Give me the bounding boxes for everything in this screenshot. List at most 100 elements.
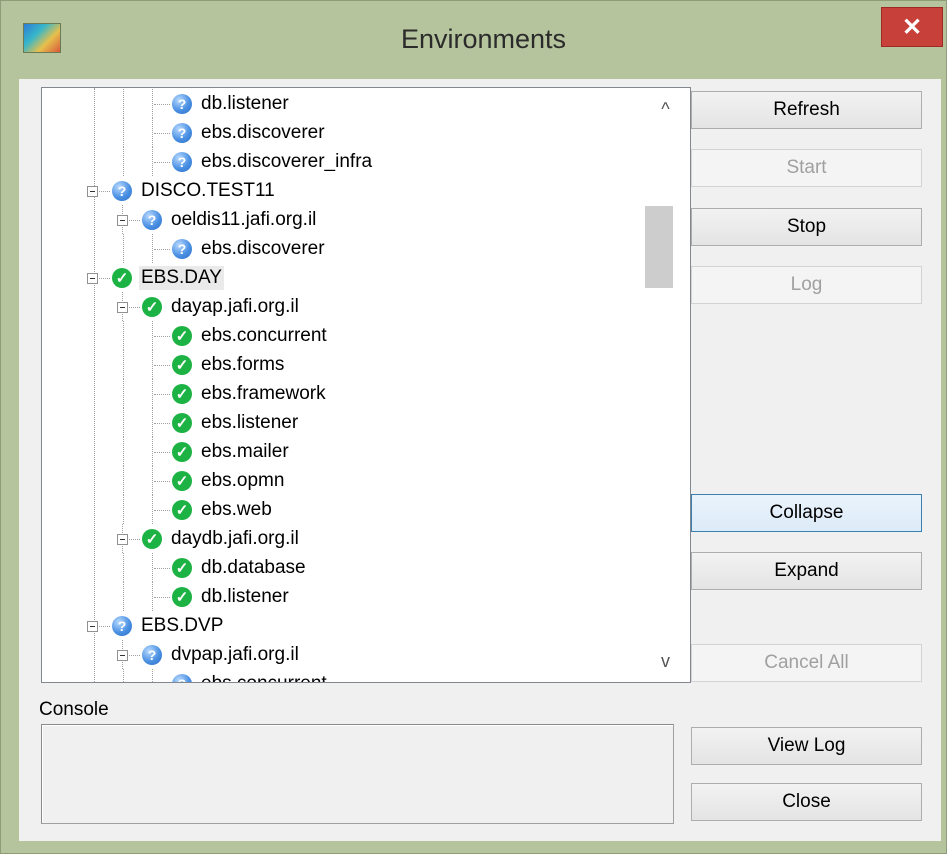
expand-button[interactable]: Expand bbox=[691, 552, 922, 590]
window-title: Environments bbox=[400, 24, 567, 54]
tree-vertical-line bbox=[123, 147, 124, 176]
tree-node-label: EBS.DAY bbox=[139, 265, 224, 290]
close-window-button[interactable]: ✕ bbox=[881, 7, 943, 47]
tree-vertical-line bbox=[123, 321, 124, 350]
tree-node[interactable]: ? db.listener bbox=[172, 89, 291, 118]
check-circle-icon: ✓ bbox=[172, 325, 192, 346]
tree-node[interactable]: ? DISCO.TEST11 bbox=[112, 176, 277, 205]
question-circle-icon: ? bbox=[142, 644, 162, 665]
tree-node-label: db.listener bbox=[201, 92, 289, 114]
question-circle-icon: ? bbox=[112, 615, 132, 636]
tree-node[interactable]: ✓ ebs.web bbox=[172, 495, 274, 524]
tree-node[interactable]: ✓ ebs.mailer bbox=[172, 437, 291, 466]
tree-vertical-line bbox=[152, 582, 153, 611]
tree-node[interactable]: ? ebs.discoverer bbox=[172, 234, 327, 263]
start-button[interactable]: Start bbox=[691, 149, 922, 187]
tree-node[interactable]: ? oeldis11.jafi.org.il bbox=[142, 205, 318, 234]
tree-node-label: ebs.mailer bbox=[201, 440, 289, 462]
tree-node[interactable]: ✓ db.listener bbox=[172, 582, 291, 611]
tree-horizontal-line bbox=[154, 480, 170, 482]
tree-horizontal-line bbox=[154, 567, 170, 569]
tree-vertical-line bbox=[123, 408, 124, 437]
tree-node[interactable]: ✓ db.database bbox=[172, 553, 308, 582]
tree-node-label: ebs.discoverer_infra bbox=[201, 150, 373, 172]
tree-horizontal-line bbox=[154, 103, 170, 105]
tree-vertical-line bbox=[152, 669, 153, 682]
tree-vertical-line bbox=[123, 379, 124, 408]
tree-horizontal-line bbox=[154, 596, 170, 598]
tree-vertical-line bbox=[152, 147, 153, 176]
collapse-toggle[interactable] bbox=[87, 272, 98, 284]
dialog-client-area: ? db.listener? ebs.discoverer? ebs.discover… bbox=[19, 79, 941, 841]
tree-horizontal-line bbox=[154, 132, 170, 134]
environment-tree[interactable]: ? db.listener? ebs.discoverer? ebs.discover… bbox=[41, 87, 691, 683]
collapse-toggle[interactable] bbox=[87, 620, 98, 632]
tree-node[interactable]: ✓ EBS.DAY bbox=[112, 263, 224, 292]
tree-node[interactable]: ✓ ebs.concurrent bbox=[172, 321, 329, 350]
tree-horizontal-line bbox=[154, 451, 170, 453]
tree-node[interactable]: ✓ ebs.listener bbox=[172, 408, 300, 437]
collapse-toggle[interactable] bbox=[117, 301, 128, 313]
check-circle-icon: ✓ bbox=[172, 470, 192, 491]
tree-node[interactable]: ? ebs.discoverer bbox=[172, 118, 327, 147]
check-circle-icon: ✓ bbox=[172, 557, 192, 578]
tree-node[interactable]: ✓ ebs.opmn bbox=[172, 466, 286, 495]
tree-vertical-line bbox=[123, 89, 124, 118]
tree-node-label: ebs.concurrent bbox=[201, 324, 327, 346]
console-label: Console bbox=[39, 699, 109, 720]
stop-button[interactable]: Stop bbox=[691, 208, 922, 246]
tree-vertical-line bbox=[152, 495, 153, 524]
check-circle-icon: ✓ bbox=[172, 586, 192, 607]
check-circle-icon: ✓ bbox=[172, 412, 192, 433]
tree-node[interactable]: ? ebs.discoverer_infra bbox=[172, 147, 374, 176]
tree-node[interactable]: ? ebs.concurrent bbox=[172, 669, 329, 682]
chevron-up-icon: ^ bbox=[661, 98, 670, 119]
tree-node-label: db.listener bbox=[201, 585, 289, 607]
check-circle-icon: ✓ bbox=[142, 528, 162, 549]
tree-node[interactable]: ? dvpap.jafi.org.il bbox=[142, 640, 301, 669]
tree-node-label: dvpap.jafi.org.il bbox=[171, 643, 299, 665]
tree-horizontal-line bbox=[154, 335, 170, 337]
tree-vertical-line bbox=[152, 350, 153, 379]
refresh-button[interactable]: Refresh bbox=[691, 91, 922, 129]
collapse-toggle[interactable] bbox=[117, 649, 128, 661]
tree-node[interactable]: ✓ dayap.jafi.org.il bbox=[142, 292, 301, 321]
cancel-all-button[interactable]: Cancel All bbox=[691, 644, 922, 682]
scroll-up-button[interactable]: ^ bbox=[641, 92, 690, 126]
tree-node[interactable]: ? EBS.DVP bbox=[112, 611, 225, 640]
console-output[interactable] bbox=[41, 724, 674, 824]
collapse-toggle[interactable] bbox=[87, 185, 98, 197]
title-bar[interactable]: Environments ✕ bbox=[1, 1, 946, 79]
tree-node[interactable]: ✓ daydb.jafi.org.il bbox=[142, 524, 301, 553]
tree-viewport: ? db.listener? ebs.discoverer? ebs.discover… bbox=[42, 88, 641, 682]
tree-node[interactable]: ✓ ebs.framework bbox=[172, 379, 328, 408]
tree-horizontal-line bbox=[154, 509, 170, 511]
question-circle-icon: ? bbox=[172, 238, 192, 259]
tree-node-label: dayap.jafi.org.il bbox=[171, 295, 299, 317]
tree-vertical-line bbox=[123, 582, 124, 611]
tree-node-label: ebs.concurrent bbox=[199, 672, 329, 683]
check-circle-icon: ✓ bbox=[112, 267, 132, 288]
tree-vertical-line bbox=[123, 437, 124, 466]
tree-vertical-line bbox=[152, 234, 153, 263]
view-log-button[interactable]: View Log bbox=[691, 727, 922, 765]
tree-node-label: DISCO.TEST11 bbox=[141, 179, 275, 201]
close-button[interactable]: Close bbox=[691, 783, 922, 821]
check-circle-icon: ✓ bbox=[172, 383, 192, 404]
collapse-toggle[interactable] bbox=[117, 533, 128, 545]
tree-scrollbar[interactable]: ^ v bbox=[641, 88, 690, 682]
scrollbar-thumb[interactable] bbox=[645, 206, 673, 288]
tree-node[interactable]: ✓ ebs.forms bbox=[172, 350, 286, 379]
scroll-down-button[interactable]: v bbox=[641, 644, 690, 678]
collapse-toggle[interactable] bbox=[117, 214, 128, 226]
question-circle-icon: ? bbox=[172, 151, 192, 172]
tree-vertical-line bbox=[94, 88, 95, 682]
tree-vertical-line bbox=[152, 553, 153, 582]
collapse-button[interactable]: Collapse bbox=[691, 494, 922, 532]
question-circle-icon: ? bbox=[172, 673, 192, 682]
tree-node-label: daydb.jafi.org.il bbox=[171, 527, 299, 549]
tree-node-label: oeldis11.jafi.org.il bbox=[171, 208, 317, 230]
tree-horizontal-line bbox=[154, 161, 170, 163]
log-button[interactable]: Log bbox=[691, 266, 922, 304]
question-circle-icon: ? bbox=[172, 93, 192, 114]
